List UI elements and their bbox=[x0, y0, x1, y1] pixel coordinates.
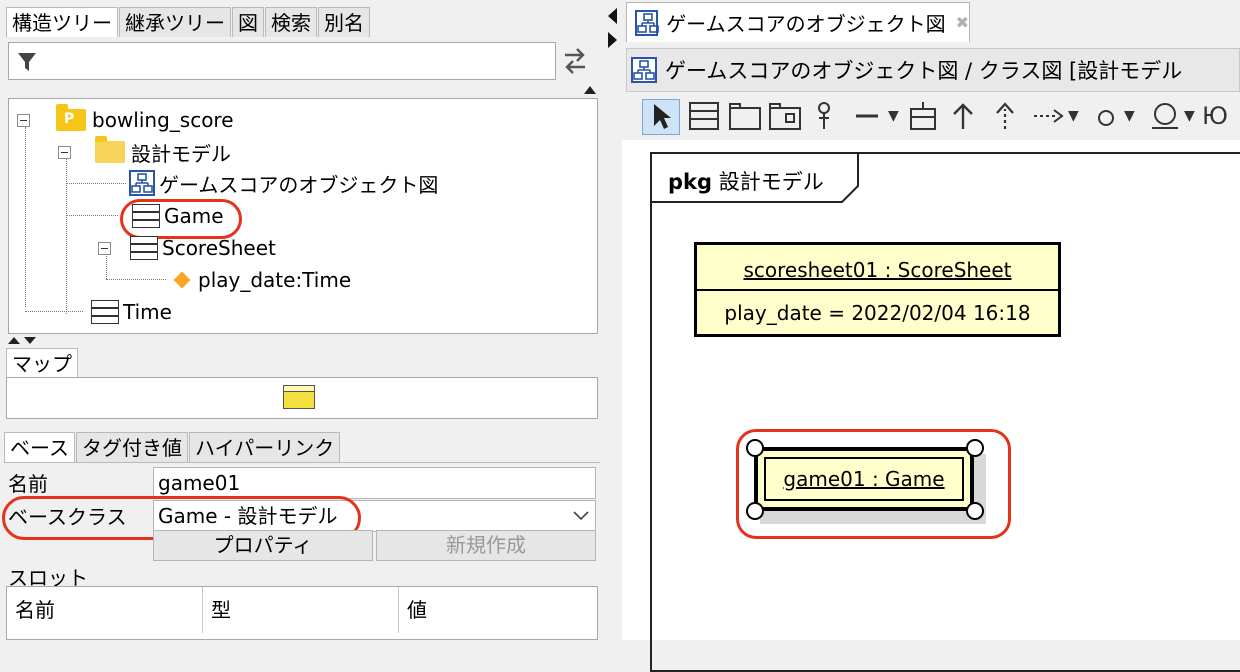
editor-panel: ゲームスコアのオブジェクト図 ✖ ゲームスコアのオブジェクト図 / クラス図 [… bbox=[622, 0, 1240, 672]
boundary-tool-icon[interactable] bbox=[1148, 100, 1182, 132]
collapse-icon[interactable] bbox=[98, 241, 111, 255]
association-dropdown-icon[interactable]: ▼ bbox=[888, 98, 899, 134]
filter-input[interactable] bbox=[8, 42, 556, 80]
left-panel: 構造ツリー 継承ツリー 図 検索 別名 bowling_score bbox=[0, 0, 602, 640]
tree-node-label: bowling_score bbox=[92, 108, 234, 132]
editor-tab-title: ゲームスコアのオブジェクト図 bbox=[666, 12, 946, 36]
association-tool-icon[interactable] bbox=[854, 100, 880, 132]
splitter-up-arrow[interactable] bbox=[8, 337, 20, 344]
column-header-value[interactable]: 値 bbox=[399, 587, 597, 633]
tab-search[interactable]: 検索 bbox=[265, 7, 317, 37]
tab-structure-tree[interactable]: 構造ツリー bbox=[6, 7, 118, 37]
name-label: 名前 bbox=[8, 472, 48, 496]
splitter-down-arrow[interactable] bbox=[24, 337, 36, 344]
highlight-circle bbox=[736, 429, 1011, 539]
tab-alias[interactable]: 別名 bbox=[318, 7, 370, 37]
tree-node-label: ScoreSheet bbox=[162, 236, 276, 260]
tree-node-label: ゲームスコアのオブジェクト図 bbox=[159, 172, 439, 197]
tree-line bbox=[66, 183, 126, 184]
object-slot: play_date = 2022/02/04 16:18 bbox=[724, 301, 1031, 325]
breadcrumb: ゲームスコアのオブジェクト図 / クラス図 [設計モデル bbox=[665, 59, 1183, 83]
tab-map[interactable]: マップ bbox=[6, 348, 78, 378]
class-icon bbox=[91, 300, 119, 324]
tree-node-label: play_date:Time bbox=[198, 268, 352, 292]
attribute-icon bbox=[173, 271, 191, 289]
tree-line bbox=[106, 279, 166, 280]
dependency-tool-icon[interactable] bbox=[1032, 100, 1066, 132]
package-tool-icon[interactable] bbox=[728, 100, 762, 132]
tab-base[interactable]: ベース bbox=[4, 432, 75, 462]
property-tabs: ベース タグ付き値 ハイパーリンク bbox=[4, 432, 341, 462]
tree-node-package[interactable]: 設計モデル bbox=[58, 136, 231, 166]
package-name: 設計モデル bbox=[718, 170, 824, 194]
map-tabs: マップ bbox=[6, 348, 79, 378]
highlight-circle bbox=[120, 199, 242, 239]
tree-node-root[interactable]: bowling_score bbox=[17, 104, 234, 134]
tree-line bbox=[66, 215, 118, 216]
map-thumbnail-icon bbox=[283, 385, 315, 409]
object-scoresheet01[interactable]: scoresheet01 : ScoreSheet play_date = 20… bbox=[694, 242, 1061, 337]
tree-node-diagram[interactable]: ゲームスコアのオブジェクト図 bbox=[129, 169, 438, 197]
chevron-down-icon bbox=[573, 511, 589, 521]
tab-inheritance-tree[interactable]: 継承ツリー bbox=[119, 7, 231, 37]
nary-association-tool-icon[interactable] bbox=[908, 100, 938, 132]
structure-tabs: 構造ツリー 継承ツリー 図 検索 別名 bbox=[6, 7, 371, 37]
tree-node-time[interactable]: Time bbox=[91, 298, 172, 326]
tab-tagged-values[interactable]: タグ付き値 bbox=[76, 432, 188, 462]
object-diagram-icon bbox=[129, 170, 155, 196]
tree-node-label: 設計モデル bbox=[131, 141, 231, 166]
class-icon bbox=[130, 236, 158, 260]
name-field[interactable]: game01 bbox=[153, 467, 596, 499]
object-diagram-icon bbox=[631, 57, 657, 83]
diagram-canvas[interactable]: pkg 設計モデル scoresheet01 : ScoreSheet play… bbox=[622, 140, 1240, 672]
collapse-right-arrow[interactable] bbox=[608, 32, 617, 48]
realization-tool-icon[interactable] bbox=[994, 100, 1016, 132]
tree-line bbox=[25, 127, 26, 307]
package-icon bbox=[95, 136, 125, 163]
tree-node-label: Time bbox=[123, 300, 172, 324]
more-tools-icon[interactable]: Ю bbox=[1202, 98, 1228, 134]
map-view[interactable] bbox=[6, 377, 598, 419]
select-pointer-icon[interactable] bbox=[651, 102, 673, 132]
tab-hyperlinks[interactable]: ハイパーリンク bbox=[189, 432, 341, 462]
boundary-dropdown-icon[interactable]: ▼ bbox=[1184, 98, 1195, 134]
column-header-type[interactable]: 型 bbox=[203, 587, 399, 633]
collapse-icon[interactable] bbox=[17, 113, 30, 127]
tab-diagram[interactable]: 図 bbox=[232, 7, 264, 37]
tree-line bbox=[25, 311, 83, 312]
vertical-splitter[interactable] bbox=[602, 0, 622, 640]
package-frame-label: pkg 設計モデル bbox=[668, 166, 824, 196]
filter-text[interactable] bbox=[43, 47, 547, 77]
properties-button[interactable]: プロパティ bbox=[153, 530, 373, 561]
object-dropdown-icon[interactable]: ▼ bbox=[1124, 98, 1135, 134]
class-tool-icon[interactable] bbox=[688, 100, 720, 132]
generalization-tool-icon[interactable] bbox=[950, 100, 976, 132]
dependency-dropdown-icon[interactable]: ▼ bbox=[1068, 98, 1079, 134]
structure-tree: bowling_score 設計モデル ゲームスコアのオブジェクト図 Game bbox=[8, 98, 598, 334]
close-icon[interactable]: ✖ bbox=[956, 13, 969, 32]
object-tool-icon[interactable] bbox=[1094, 100, 1118, 132]
collapse-icon[interactable] bbox=[58, 145, 71, 159]
scroll-up-arrow[interactable] bbox=[584, 86, 596, 94]
sync-arrows-icon[interactable] bbox=[561, 45, 589, 77]
new-button[interactable]: 新規作成 bbox=[376, 530, 596, 561]
object-diagram-icon bbox=[635, 9, 659, 36]
subsystem-tool-icon[interactable] bbox=[768, 100, 802, 132]
project-icon bbox=[56, 104, 86, 131]
interface-tool-icon[interactable] bbox=[814, 100, 834, 132]
package-keyword: pkg bbox=[668, 170, 713, 194]
breadcrumb-bar: ゲームスコアのオブジェクト図 / クラス図 [設計モデル bbox=[626, 48, 1240, 92]
tree-node-attribute[interactable]: play_date:Time bbox=[172, 266, 351, 294]
object-title: scoresheet01 : ScoreSheet bbox=[697, 245, 1058, 291]
editor-tab[interactable]: ゲームスコアのオブジェクト図 ✖ bbox=[626, 2, 970, 42]
collapse-left-arrow[interactable] bbox=[608, 8, 617, 24]
slot-table: 名前 型 値 bbox=[6, 586, 598, 640]
package-frame[interactable] bbox=[650, 152, 1240, 672]
column-header-name[interactable]: 名前 bbox=[7, 587, 203, 633]
tree-node-scoresheet[interactable]: ScoreSheet bbox=[98, 234, 276, 262]
filter-icon bbox=[18, 53, 36, 71]
